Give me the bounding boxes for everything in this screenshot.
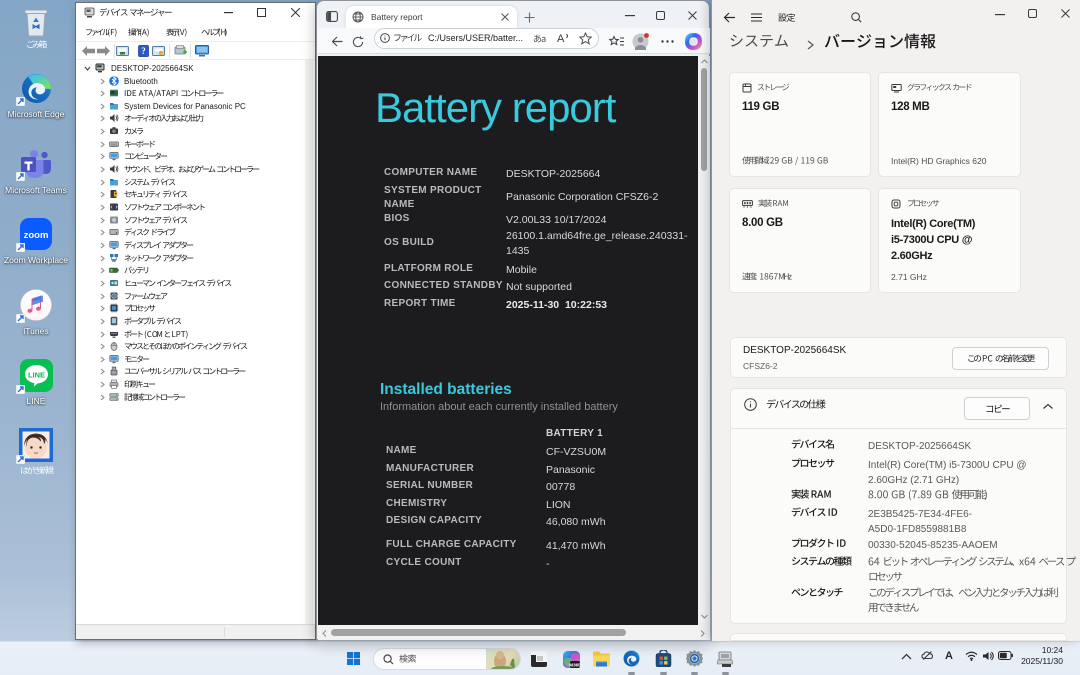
svg-text:?: ? [141,46,146,56]
svg-text:LINE: LINE [27,371,44,380]
svg-text:M365: M365 [569,662,580,667]
svg-text:A: A [557,33,565,44]
svg-text:zoom: zoom [24,230,49,241]
